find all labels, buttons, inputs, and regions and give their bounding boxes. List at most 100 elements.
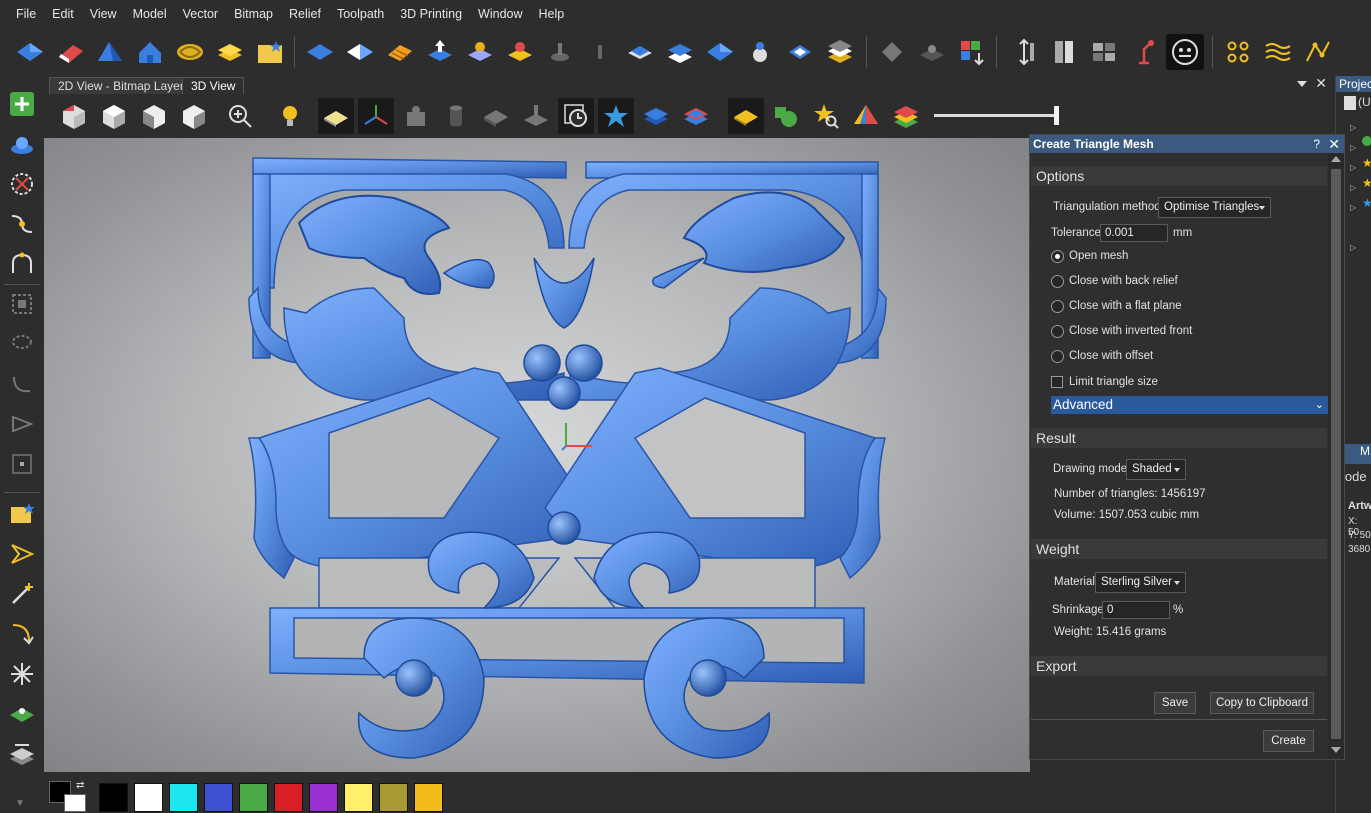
result-section-heading[interactable]: Result <box>1031 428 1327 448</box>
cylinder-icon[interactable] <box>438 98 474 134</box>
sculpt-arrow-icon[interactable] <box>6 618 38 650</box>
zoom-icon[interactable] <box>222 98 258 134</box>
diamond-white-icon[interactable] <box>784 36 816 68</box>
close-back-relief-label[interactable]: Close with back relief <box>1069 275 1178 287</box>
swatch-0[interactable] <box>99 783 128 812</box>
offset-layers-icon[interactable] <box>624 36 656 68</box>
project-panel-header[interactable]: Project <box>1336 76 1371 92</box>
grey-tool-plate-icon[interactable] <box>518 98 554 134</box>
swatch-5[interactable] <box>274 783 303 812</box>
dialog-title[interactable]: Create Triangle Mesh <box>1030 135 1344 153</box>
yellow-plate-icon[interactable] <box>728 98 764 134</box>
advanced-expander[interactable]: Advanced ⌄ <box>1051 396 1328 414</box>
close-inverted-front-radio[interactable] <box>1051 325 1064 338</box>
vector-arrow-icon[interactable] <box>6 538 38 570</box>
menu-file[interactable]: File <box>8 0 44 28</box>
grey-disk-icon[interactable] <box>916 36 948 68</box>
stack-layers-icon[interactable] <box>664 36 696 68</box>
menu-bitmap[interactable]: Bitmap <box>226 0 281 28</box>
menu-relief[interactable]: Relief <box>281 0 329 28</box>
swatch-4[interactable] <box>239 783 268 812</box>
close-inverted-front-label[interactable]: Close with inverted front <box>1069 325 1192 337</box>
options-section-heading[interactable]: Options <box>1031 166 1327 186</box>
material-select[interactable]: Sterling Silver <box>1095 572 1186 593</box>
3d-viewport[interactable] <box>44 138 1030 772</box>
lamp-icon[interactable] <box>1128 36 1160 68</box>
pyramid-icon[interactable] <box>848 98 884 134</box>
starburst-icon[interactable] <box>6 658 38 690</box>
shrinkage-input[interactable]: 0 <box>1102 601 1170 619</box>
limit-triangle-size-label[interactable]: Limit triangle size <box>1069 376 1158 388</box>
axes-icon[interactable] <box>358 98 394 134</box>
exaggeration-slider-track[interactable] <box>934 114 1058 117</box>
triangulation-method-select[interactable]: Optimise Triangles <box>1158 197 1271 218</box>
shaded-plate-icon[interactable] <box>318 98 354 134</box>
menu-3d-printing[interactable]: 3D Printing <box>392 0 470 28</box>
blue-star-plate-icon[interactable] <box>598 98 634 134</box>
green-plate-icon[interactable] <box>6 698 38 730</box>
pattern-circle-icon[interactable] <box>6 168 38 200</box>
color-grid-icon[interactable] <box>956 36 988 68</box>
export-section-heading[interactable]: Export <box>1031 656 1327 676</box>
secondary-color-swatch[interactable] <box>64 794 86 812</box>
menu-window[interactable]: Window <box>470 0 530 28</box>
blue-tile-icon[interactable] <box>704 36 736 68</box>
clock-plate-icon[interactable] <box>558 98 594 134</box>
open-mesh-label[interactable]: Open mesh <box>1069 250 1128 262</box>
tab-3d-view[interactable]: 3D View <box>182 77 245 94</box>
add-plus-icon[interactable] <box>6 88 38 120</box>
view-cube-top-icon[interactable] <box>96 98 132 134</box>
nodes-icon[interactable] <box>1222 36 1254 68</box>
orange-stripes-icon[interactable] <box>384 36 416 68</box>
grey-tool-icon[interactable] <box>876 36 908 68</box>
tab-2d-view[interactable]: 2D View - Bitmap Layer <box>49 77 193 94</box>
menu-view[interactable]: View <box>82 0 125 28</box>
close-flat-plane-label[interactable]: Close with a flat plane <box>1069 300 1182 312</box>
tabs-dropdown-icon[interactable] <box>1297 81 1307 87</box>
blue-dome-icon[interactable] <box>6 128 38 160</box>
blue-mountain-icon[interactable] <box>94 36 126 68</box>
menu-toolpath[interactable]: Toolpath <box>329 0 392 28</box>
close-flat-plane-radio[interactable] <box>1051 300 1064 313</box>
tabs-close-icon[interactable]: ✕ <box>1315 75 1327 92</box>
menu-edit[interactable]: Edit <box>44 0 82 28</box>
swatch-9[interactable] <box>414 783 443 812</box>
weave-pattern-icon[interactable] <box>174 36 206 68</box>
color-stack-icon[interactable] <box>888 98 924 134</box>
model-tab[interactable]: M <box>1344 444 1371 464</box>
select-rect-icon[interactable] <box>6 288 38 320</box>
swap-colors-icon[interactable]: ⇄ <box>76 780 84 791</box>
red-blue-layers-icon[interactable] <box>678 98 714 134</box>
folder-star-side-icon[interactable] <box>6 498 38 530</box>
limit-triangle-size-checkbox[interactable] <box>1051 376 1063 388</box>
close-offset-radio[interactable] <box>1051 350 1064 363</box>
scroll-down-icon[interactable] <box>1331 747 1341 753</box>
relief-edge-icon[interactable] <box>344 36 376 68</box>
gear-plate-icon[interactable] <box>464 36 496 68</box>
stack-scan-icon[interactable] <box>6 738 38 770</box>
eraser-icon[interactable] <box>54 36 86 68</box>
node-edit-icon[interactable] <box>6 208 38 240</box>
grey-pin-icon[interactable] <box>544 36 576 68</box>
close-icon[interactable]: ✕ <box>1328 135 1340 153</box>
copy-to-clipboard-button[interactable]: Copy to Clipboard <box>1210 692 1314 714</box>
menu-vector[interactable]: Vector <box>175 0 226 28</box>
create-button[interactable]: Create <box>1263 730 1314 752</box>
exaggeration-slider-thumb[interactable] <box>1054 106 1059 125</box>
scrollbar-thumb[interactable] <box>1331 169 1341 739</box>
red-ring-icon[interactable] <box>504 36 536 68</box>
view-cube-side-icon[interactable] <box>176 98 212 134</box>
swatch-7[interactable] <box>344 783 373 812</box>
bezier-icon[interactable] <box>6 248 38 280</box>
swatch-6[interactable] <box>309 783 338 812</box>
view-iso-red-icon[interactable] <box>56 98 92 134</box>
menu-model[interactable]: Model <box>125 0 175 28</box>
swatch-1[interactable] <box>134 783 163 812</box>
folder-star-icon[interactable] <box>254 36 286 68</box>
view-cube-front-icon[interactable] <box>136 98 172 134</box>
measure-icon[interactable] <box>1008 36 1040 68</box>
menu-help[interactable]: Help <box>531 0 573 28</box>
swatch-8[interactable] <box>379 783 408 812</box>
arrow-up-plate-icon[interactable] <box>424 36 456 68</box>
magic-wand-icon[interactable] <box>6 578 38 610</box>
